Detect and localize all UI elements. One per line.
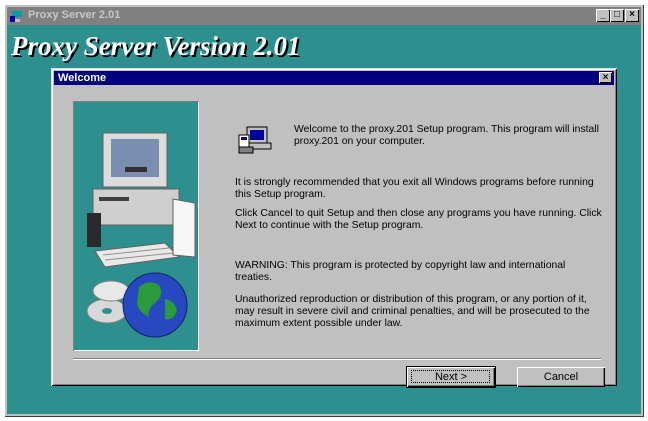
- window-title-bar[interactable]: Proxy Server 2.01 _ □ ×: [7, 7, 641, 25]
- banner-title: Proxy Server Version 2.01: [11, 31, 301, 61]
- dialog-title-bar[interactable]: Welcome ×: [54, 71, 614, 85]
- dialog-close-button[interactable]: ×: [599, 72, 612, 83]
- close-button[interactable]: ×: [625, 9, 639, 22]
- exit-programs-text: It is strongly recommended that you exit…: [235, 177, 594, 200]
- welcome-dialog: Welcome × Welcome to the proxy.201 Setup…: [51, 68, 617, 387]
- instructions-text: Click Cancel to quit Setup and then clos…: [235, 208, 602, 231]
- proxy-app-icon: [10, 10, 23, 22]
- main-window: Proxy Server 2.01 _ □ × Proxy Server Ver…: [4, 4, 644, 417]
- setup-backdrop: Proxy Server Version 2.01 Welcome × Welc…: [7, 25, 641, 414]
- legal-text: Unauthorized reproduction or distributio…: [235, 294, 590, 329]
- next-button-label: Next >: [434, 371, 468, 383]
- welcome-text: Welcome to the proxy.201 Setup program. …: [294, 124, 599, 147]
- cancel-button[interactable]: Cancel: [517, 367, 605, 387]
- setup-computer-icon: [238, 126, 272, 154]
- warning-text: WARNING: This program is protected by co…: [235, 260, 566, 283]
- dialog-title: Welcome: [58, 72, 107, 84]
- next-button[interactable]: Next >: [407, 367, 495, 387]
- minimize-button[interactable]: _: [596, 9, 610, 22]
- computer-globe-illustration: [73, 101, 199, 351]
- window-title: Proxy Server 2.01: [28, 9, 121, 21]
- maximize-button[interactable]: □: [610, 9, 624, 22]
- button-separator: [73, 358, 601, 360]
